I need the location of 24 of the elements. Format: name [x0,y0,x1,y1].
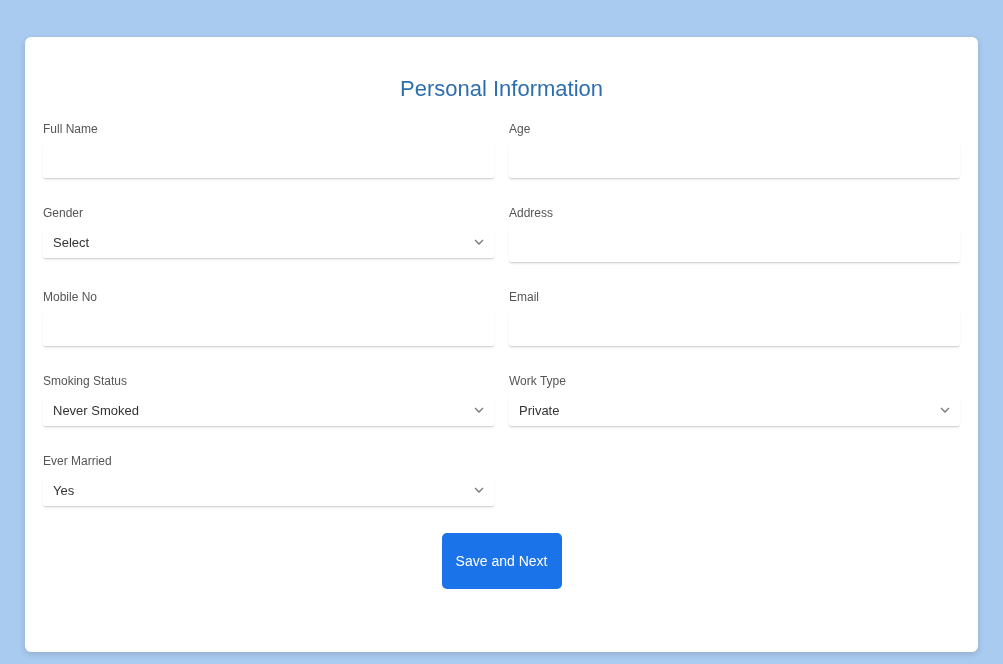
input-field[interactable] [509,227,960,263]
field-label: Email [509,289,539,306]
chevron-down-icon [474,487,484,494]
chevron-down-icon [474,407,484,414]
form-title: Personal Information [400,75,603,103]
input-field[interactable] [43,311,494,347]
input-field[interactable] [509,143,960,179]
field-label: Gender [43,205,84,222]
field-label: Smoking Status [43,373,128,390]
field-label: Mobile No [43,289,98,306]
select-field[interactable]: Never Smoked [43,395,494,427]
chevron-down-icon [940,407,950,414]
chevron-down-icon [474,239,484,246]
input-field[interactable] [509,311,960,347]
field-label: Work Type [509,373,566,390]
select-field[interactable]: Yes [43,475,494,507]
field-label: Full Name [43,121,98,138]
field-label: Address [509,205,554,222]
field-label: Ever Married [43,453,112,470]
save-and-next-button[interactable]: Save and Next [441,533,562,589]
input-field[interactable] [43,143,494,179]
select-field[interactable]: Select [43,227,494,259]
field-label: Age [509,121,531,138]
select-field[interactable]: Private [509,395,960,427]
